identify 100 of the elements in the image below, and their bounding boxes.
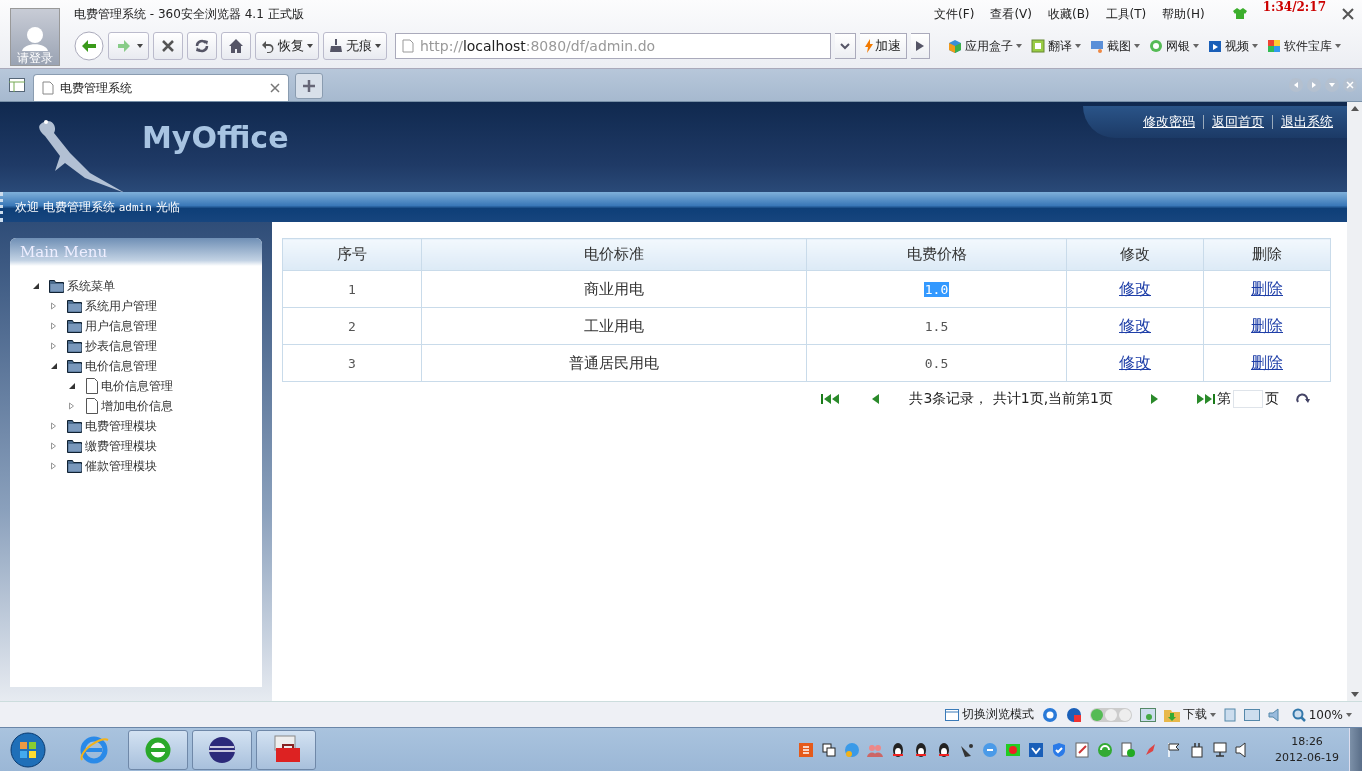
taskbar-app-button[interactable] <box>256 729 316 770</box>
globe-icon[interactable] <box>1065 706 1082 723</box>
expanded-arrow-icon[interactable] <box>32 282 40 290</box>
tree-item[interactable]: 系统用户管理 <box>67 297 157 315</box>
expanded-arrow-icon[interactable] <box>68 382 76 390</box>
close-icon[interactable] <box>1342 8 1354 20</box>
home-button[interactable] <box>221 32 251 60</box>
expanded-arrow-icon[interactable] <box>50 362 58 370</box>
browser-window-icon[interactable] <box>1139 707 1156 722</box>
scroll-up-icon <box>1350 106 1359 111</box>
ie-icon[interactable] <box>1041 706 1058 723</box>
incognito-button[interactable]: 无痕 <box>323 32 387 60</box>
delete-link[interactable]: 删除 <box>1251 315 1283 335</box>
download-icon <box>1163 707 1180 722</box>
collapsed-arrow-icon[interactable] <box>50 442 58 450</box>
header-link[interactable]: 退出系统 <box>1281 113 1333 131</box>
page-label: 页 <box>1265 390 1279 408</box>
media-icon[interactable] <box>1120 741 1137 758</box>
page-number-field[interactable] <box>1233 390 1263 408</box>
toolbar-link[interactable]: 翻译 <box>1031 37 1081 55</box>
next-page-icon[interactable] <box>1151 394 1159 404</box>
windows-icon[interactable] <box>821 741 838 758</box>
new-tab-button[interactable] <box>295 73 323 99</box>
toolbar-link[interactable]: 网银 <box>1149 37 1199 55</box>
collapsed-arrow-icon[interactable] <box>68 402 76 410</box>
taskbar-app-button[interactable] <box>192 729 252 770</box>
tree-item[interactable]: 电价信息管理 <box>85 377 173 395</box>
taskbar-clock[interactable]: 18:26 2012-06-19 <box>1275 733 1339 766</box>
sogou-icon[interactable] <box>798 741 815 758</box>
sync-icon[interactable] <box>1097 741 1114 758</box>
delete-link[interactable]: 删除 <box>1251 278 1283 298</box>
collapsed-arrow-icon[interactable] <box>50 462 58 470</box>
mode-switch-button[interactable]: 切换浏览模式 <box>944 706 1034 723</box>
browser-tab[interactable]: 电费管理系统 <box>33 74 289 101</box>
restore-button[interactable]: 恢复 <box>255 32 319 60</box>
collapsed-arrow-icon[interactable] <box>50 302 58 310</box>
toolbar-link[interactable]: 视频 <box>1208 37 1258 55</box>
column-header: 修改 <box>1066 238 1204 271</box>
toolbar-link[interactable]: 应用盒子 <box>948 37 1022 55</box>
accelerate-button[interactable]: 加速 <box>860 33 907 59</box>
back-icon[interactable] <box>74 31 104 61</box>
start-button-icon[interactable] <box>10 731 46 768</box>
address-field[interactable]: http://localhost:8080/df/admin.do <box>395 33 831 59</box>
menu-item[interactable]: 文件(F) <box>934 5 975 23</box>
menu-item[interactable]: 工具(T) <box>1105 5 1147 23</box>
notepad-icon[interactable] <box>1074 741 1091 758</box>
header-link[interactable]: 返回首页 <box>1212 113 1264 131</box>
card-icon[interactable] <box>1243 708 1260 721</box>
tree-item[interactable]: 催款管理模块 <box>67 457 157 475</box>
record-icon[interactable] <box>1005 741 1022 758</box>
lightning-icon <box>865 39 873 53</box>
collapsed-arrow-icon[interactable] <box>50 422 58 430</box>
menu-item[interactable]: 帮助(H) <box>1162 5 1205 23</box>
edit-link[interactable]: 修改 <box>1119 278 1151 298</box>
folder-icon <box>67 419 83 433</box>
show-desktop-button[interactable] <box>1349 728 1362 771</box>
edit-link[interactable]: 修改 <box>1119 315 1151 335</box>
folder-icon <box>67 319 83 333</box>
collapsed-arrow-icon[interactable] <box>50 342 58 350</box>
folder-icon <box>67 299 83 313</box>
last-page-icon[interactable] <box>1195 394 1215 404</box>
delete-link[interactable]: 删除 <box>1251 352 1283 372</box>
scrollbar[interactable] <box>1347 102 1362 701</box>
zoom-button[interactable]: 100% <box>1291 707 1352 722</box>
toolbar-link[interactable]: 软件宝库 <box>1267 37 1341 55</box>
header-link[interactable]: 修改密码 <box>1143 113 1195 131</box>
previous-page-icon[interactable] <box>871 394 880 404</box>
undo-icon <box>261 39 275 53</box>
refresh-button[interactable] <box>187 32 217 60</box>
cube-icon <box>948 39 962 53</box>
download-button[interactable]: 下载 <box>1163 706 1216 723</box>
tree-item[interactable]: 电价信息管理 <box>67 357 157 375</box>
document-icon[interactable] <box>1223 707 1236 722</box>
home-icon <box>228 38 244 54</box>
power-plug-icon[interactable] <box>1189 741 1206 758</box>
shirt-icon[interactable] <box>1232 8 1247 20</box>
tree-item[interactable]: 电费管理模块 <box>67 417 157 435</box>
edit-link[interactable]: 修改 <box>1119 352 1151 372</box>
tree-item[interactable]: 抄表信息管理 <box>67 337 157 355</box>
tree-item[interactable]: 增加电价信息 <box>85 397 173 415</box>
network-icon[interactable] <box>1212 741 1229 758</box>
refresh-icon[interactable] <box>1295 393 1311 405</box>
toolbar-link[interactable]: 截图 <box>1090 37 1140 55</box>
satellite-dish-icon[interactable] <box>959 741 976 758</box>
dropdown-button[interactable] <box>835 33 856 59</box>
stop-button[interactable] <box>153 32 183 60</box>
tree-item[interactable]: 系统菜单 <box>49 277 115 295</box>
tree-item[interactable]: 用户信息管理 <box>67 317 157 335</box>
first-page-icon[interactable] <box>821 394 842 404</box>
menu-item[interactable]: 查看(V) <box>990 5 1032 23</box>
folder-icon <box>67 459 83 473</box>
collapsed-arrow-icon[interactable] <box>50 322 58 330</box>
shield-icon[interactable] <box>1051 741 1068 758</box>
go-button[interactable] <box>911 33 930 59</box>
login-label: 请登录 <box>17 51 53 65</box>
tree-item[interactable]: 缴费管理模块 <box>67 437 157 455</box>
sidebar-icon[interactable] <box>9 78 25 92</box>
menu-item[interactable]: 收藏(B) <box>1047 5 1090 23</box>
table-cell: 1 <box>282 270 422 308</box>
toggle-icon[interactable] <box>1089 707 1132 722</box>
